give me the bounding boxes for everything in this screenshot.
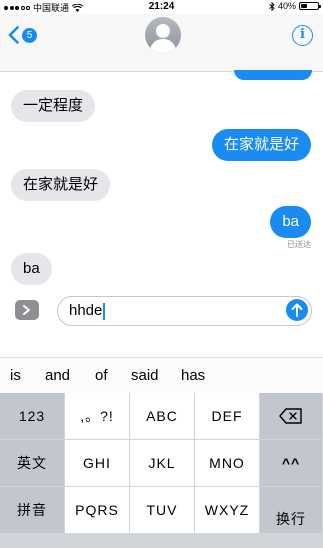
key-numbers[interactable]: 123	[0, 393, 65, 440]
chevron-right-icon	[23, 305, 30, 315]
message-bubble-incoming[interactable]: 在家就是好	[11, 169, 111, 201]
key-return[interactable]: 换行	[260, 487, 323, 534]
back-button[interactable]: 5	[8, 26, 37, 44]
message-bubble-incoming[interactable]: ba	[11, 253, 52, 285]
delivery-status: 已送达	[287, 240, 311, 249]
prediction-item[interactable]: is	[10, 367, 21, 384]
bluetooth-icon	[269, 1, 275, 11]
message-composer: hhde	[0, 289, 323, 333]
message-bubble-outgoing[interactable]: 在家就是好	[211, 129, 311, 161]
send-button[interactable]	[286, 299, 308, 321]
status-right: 40%	[269, 1, 321, 11]
key-punctuation[interactable]: ,。?!	[65, 393, 130, 440]
prediction-item[interactable]: and	[45, 367, 70, 384]
arrow-up-icon	[291, 303, 303, 317]
person-icon	[149, 24, 177, 53]
key-def[interactable]: DEF	[195, 393, 260, 440]
delete-key[interactable]	[260, 393, 323, 440]
key-ghi[interactable]: GHI	[65, 440, 130, 487]
message-bubble-outgoing[interactable]: ba	[270, 206, 311, 238]
message-input-text: hhde	[69, 302, 103, 319]
conversation-header: 5 i	[0, 14, 323, 72]
message-bubble-partial	[234, 70, 312, 80]
battery-icon	[299, 2, 321, 10]
text-cursor	[103, 302, 105, 320]
battery-fill	[301, 4, 308, 8]
predictive-text-bar: is and of said has	[0, 357, 323, 393]
key-jkl[interactable]: JKL	[130, 440, 195, 487]
key-tuv[interactable]: TUV	[130, 487, 195, 534]
chevron-left-icon	[8, 26, 19, 44]
battery-percent: 40%	[277, 1, 296, 11]
message-input[interactable]: hhde	[57, 296, 312, 326]
keyboard: 123 ,。?! ABC DEF 英文 GHI JKL MNO ^^ 拼音 PQ…	[0, 393, 323, 548]
key-pqrs[interactable]: PQRS	[65, 487, 130, 534]
key-english[interactable]: 英文	[0, 440, 65, 487]
key-pinyin[interactable]: 拼音	[0, 487, 65, 534]
key-abc[interactable]: ABC	[130, 393, 195, 440]
message-bubble-incoming[interactable]: 一定程度	[11, 90, 96, 122]
prediction-item[interactable]: of	[95, 367, 108, 384]
prediction-item[interactable]: has	[181, 367, 205, 384]
contact-avatar[interactable]	[145, 17, 181, 53]
info-button[interactable]: i	[292, 25, 313, 46]
key-wxyz[interactable]: WXYZ	[195, 487, 260, 534]
apps-expand-button[interactable]	[15, 300, 39, 320]
unread-badge: 5	[22, 27, 37, 43]
status-bar: 中国联通 21:24 40%	[0, 0, 323, 14]
key-mno[interactable]: MNO	[195, 440, 260, 487]
prediction-item[interactable]: said	[131, 367, 159, 384]
backspace-icon	[279, 408, 302, 424]
key-emoticon[interactable]: ^^	[260, 440, 323, 487]
